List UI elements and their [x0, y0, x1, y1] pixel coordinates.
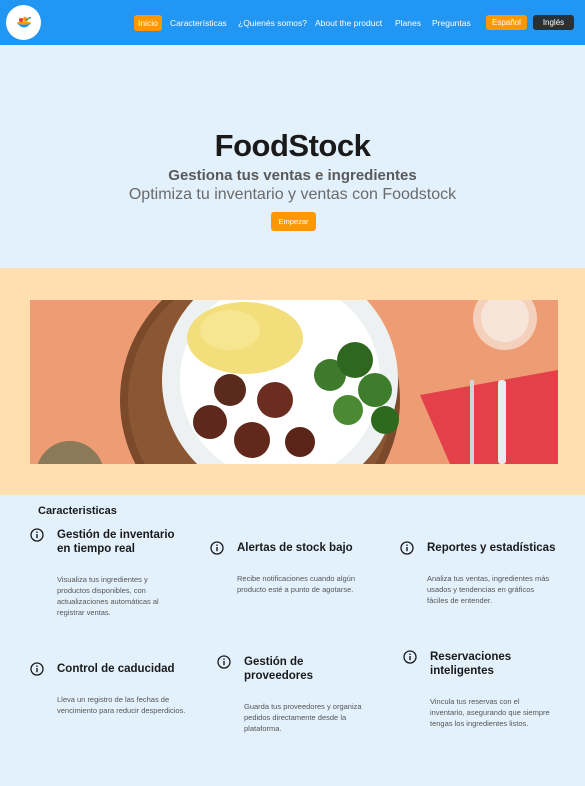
hero-description: Optimiza tu inventario y ventas con Food… — [128, 186, 457, 203]
info-circle-icon — [403, 650, 417, 664]
nav-link-preguntas[interactable]: Preguntas — [432, 15, 471, 31]
nav-link-planes[interactable]: Planes — [395, 15, 421, 31]
feature-title-reservaciones: Reservaciones inteligentes — [430, 651, 512, 677]
feature-title-caducidad: Control de caducidad — [57, 663, 175, 675]
feature-desc-alertas: Recibe notificaciones cuando algún produ… — [237, 574, 355, 594]
lang-en-button[interactable]: Inglés — [533, 15, 574, 30]
feature-title-inventario: Gestión de inventario en tiempo real — [57, 529, 175, 555]
lang-es-button[interactable]: Español — [486, 15, 527, 30]
nav-link-caracteristicas[interactable]: Características — [170, 15, 227, 31]
info-circle-icon — [400, 541, 414, 555]
bowl-logo-icon[interactable] — [6, 5, 41, 40]
feature-title-alertas: Alertas de stock bajo — [237, 542, 353, 554]
feature-desc-proveedores: Guarda tus proveedores y organiza pedido… — [244, 702, 362, 733]
info-circle-icon — [30, 528, 44, 542]
food-photo — [30, 300, 558, 464]
feature-desc-reportes: Analiza tus ventas, ingredientes más usa… — [427, 574, 550, 605]
feature-title-reportes: Reportes y estadísticas — [427, 542, 556, 554]
info-circle-icon — [217, 655, 231, 669]
top-nav: Inicio Características ¿Quienés somos? A… — [0, 0, 585, 45]
nav-link-quienes-somos[interactable]: ¿Quienés somos? — [238, 15, 307, 31]
feature-desc-caducidad: Lleva un registro de las fechas de venci… — [57, 695, 186, 715]
hero-title: FoodStock — [214, 128, 371, 163]
start-button[interactable]: Empezar — [271, 212, 316, 231]
hero-subtitle: Gestiona tus ventas e ingredientes — [168, 167, 417, 184]
feature-desc-inventario: Visualiza tus ingredientes y productos d… — [57, 575, 159, 617]
hero-section: FoodStock Gestiona tus ventas e ingredie… — [0, 45, 585, 268]
features-title: Caracteristicas — [38, 505, 117, 517]
feature-title-proveedores: Gestión de proveedores — [244, 656, 314, 682]
nav-link-inicio[interactable]: Inicio — [134, 15, 162, 31]
nav-link-about[interactable]: About the product — [315, 15, 382, 31]
info-circle-icon — [30, 662, 44, 676]
info-circle-icon — [210, 541, 224, 555]
feature-desc-reservaciones: Vincula tus reservas con el inventario, … — [430, 697, 550, 728]
